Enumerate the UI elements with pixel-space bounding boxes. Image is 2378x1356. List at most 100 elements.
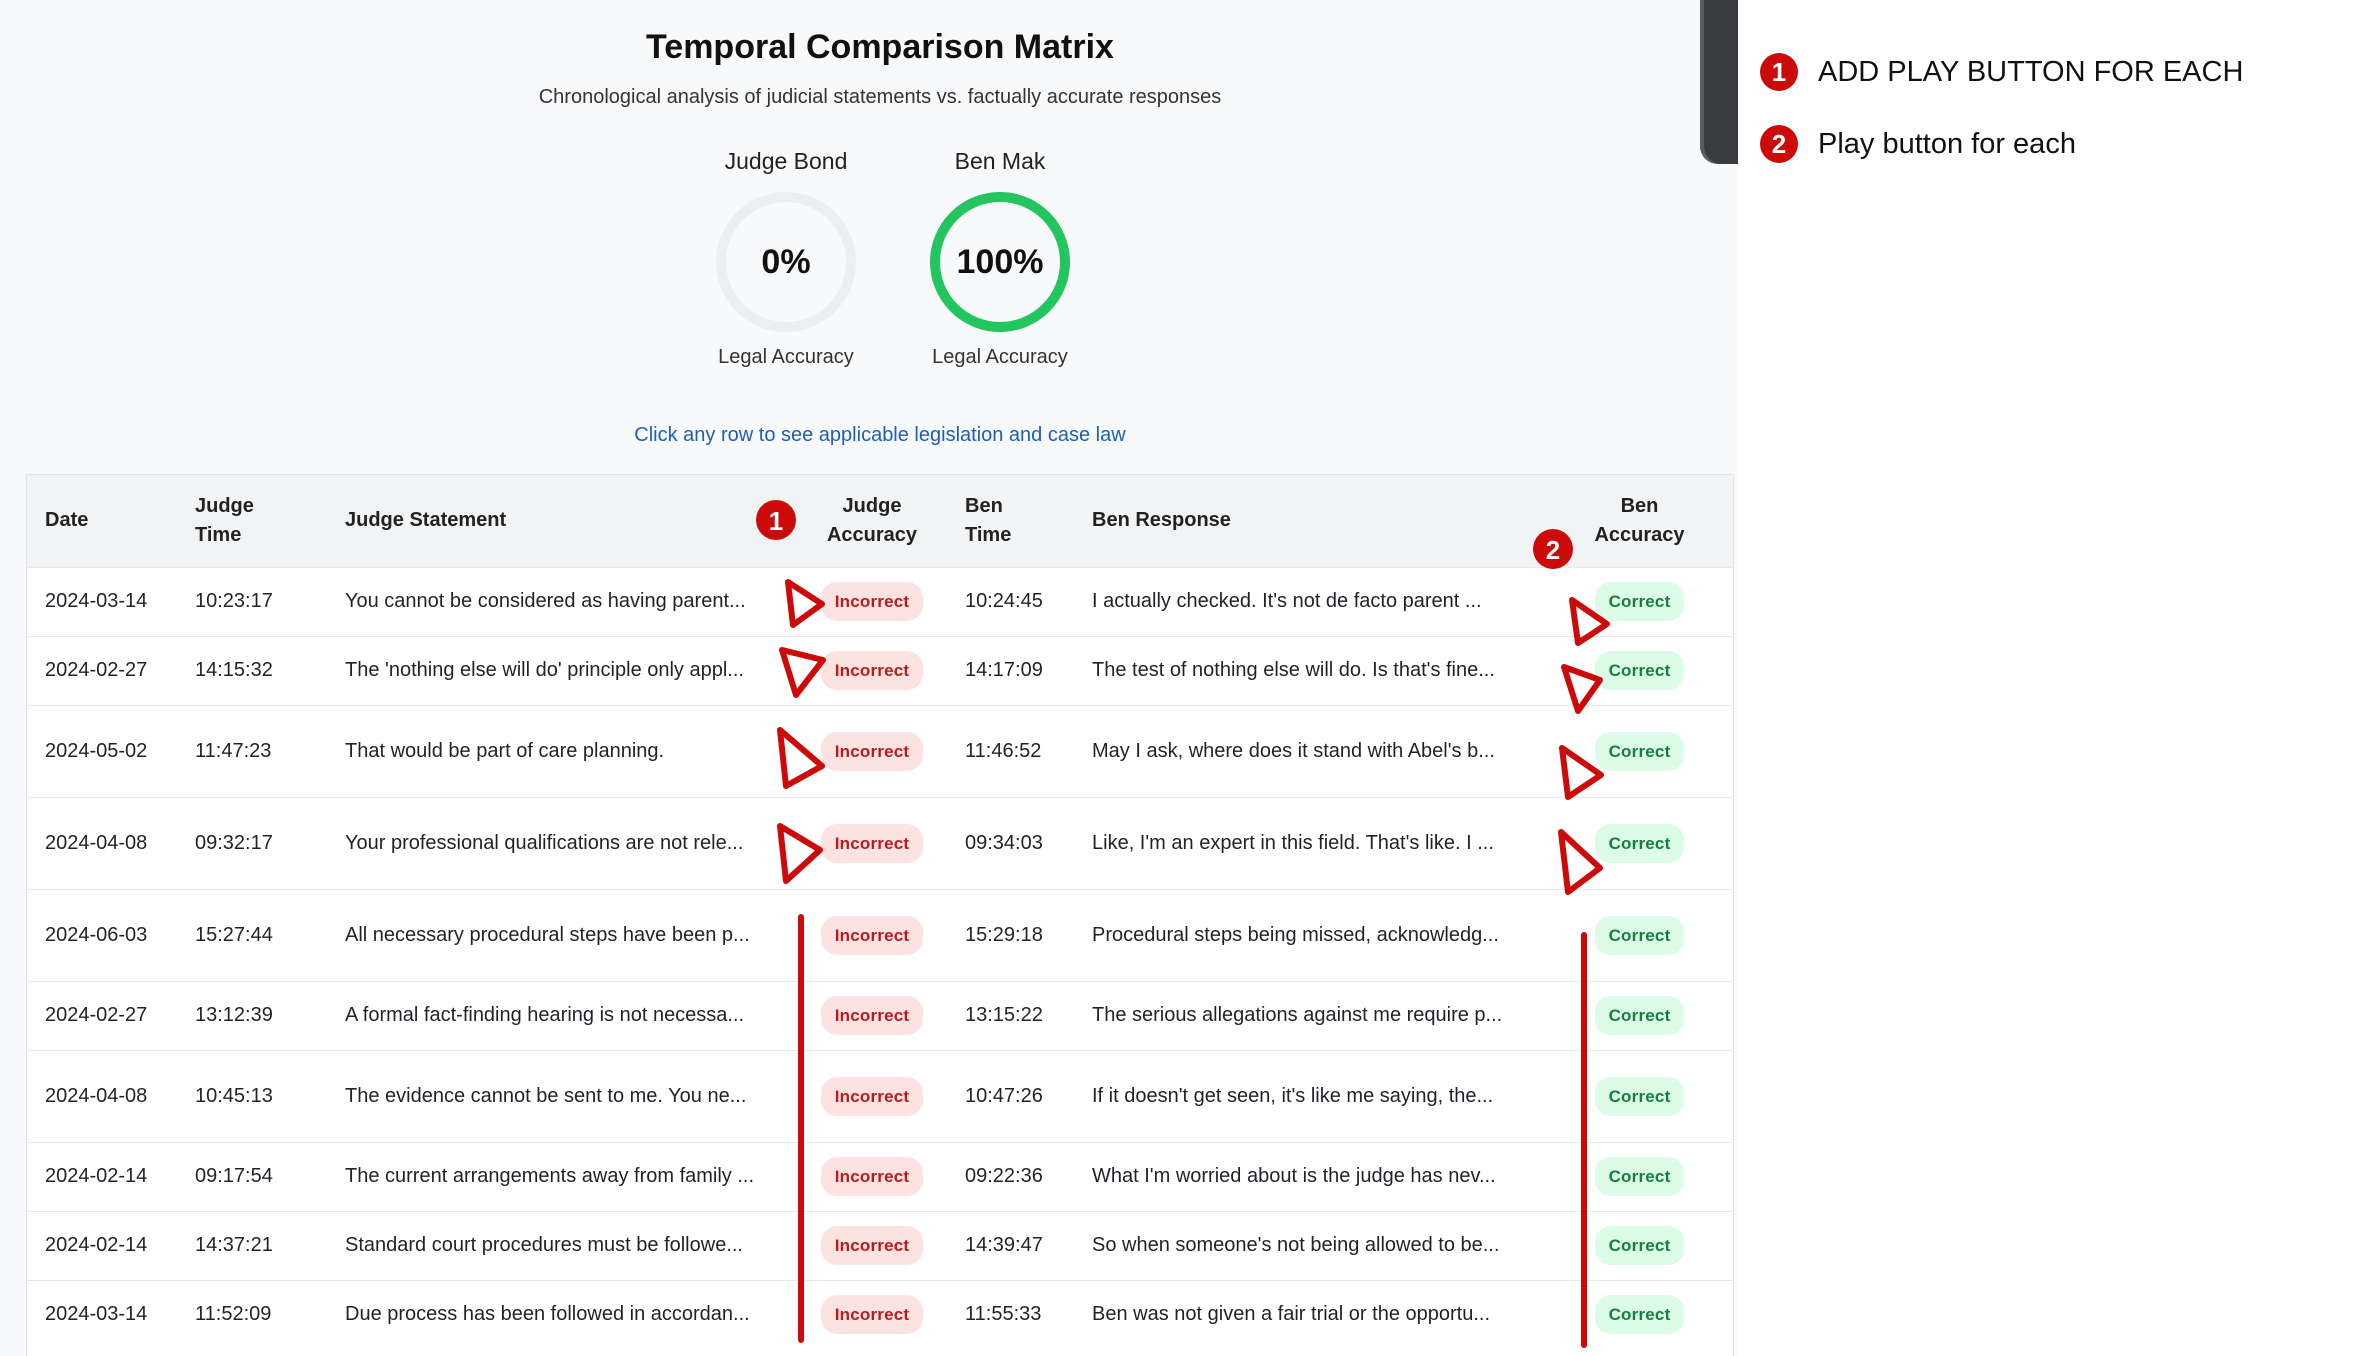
status-badge: Correct (1594, 1295, 1685, 1335)
cell-ben-response: What I'm worried about is the judge has … (1074, 1141, 1546, 1211)
cell-judge-accuracy: Incorrect (797, 796, 947, 889)
cell-ben-accuracy: Correct (1546, 796, 1733, 889)
statement-text: Ben was not given a fair trial or the op… (1092, 1303, 1490, 1326)
header-line: Accuracy (826, 523, 918, 546)
table-row[interactable]: 2024-05-02 11:47:23 That would be part of … (27, 704, 1733, 797)
gauge-name: Ben Mak (954, 148, 1046, 174)
header-line: Ben (1620, 494, 1659, 517)
table-row[interactable]: 2024-04-08 09:32:17 Your professional qual… (27, 796, 1733, 889)
cell-ben-response: So when someone's not being allowed to b… (1074, 1210, 1546, 1280)
status-badge: Correct (1594, 1226, 1685, 1265)
statement-text: The serious allegations against me requi… (1092, 1004, 1503, 1026)
cell-ben-time: 15:29:18 (947, 888, 1074, 981)
status-badge: Correct (1594, 651, 1685, 690)
accuracy-value: 0% (761, 242, 811, 281)
cell-ben-time: 14:39:47 (947, 1210, 1074, 1280)
cell-ben-accuracy: Correct (1546, 888, 1733, 981)
cell-ben-time: 13:15:22 (947, 980, 1074, 1050)
statement-text: The 'nothing else will do' principle onl… (345, 659, 744, 681)
cell-date: 2024-02-14 (27, 1141, 177, 1211)
annotation-notes: 1 ADD PLAY BUTTON FOR EACH 2 Play button… (1760, 36, 2360, 180)
cell-date: 2024-04-08 (27, 796, 177, 889)
header-line: Time (965, 523, 1012, 546)
status-badge: Incorrect (820, 915, 924, 955)
cell-ben-accuracy: Correct (1546, 635, 1733, 705)
cell-ben-accuracy: Correct (1546, 704, 1733, 797)
statement-text: I actually checked. It's not de facto pa… (1092, 590, 1482, 612)
col-header-date[interactable]: Date (27, 475, 177, 567)
cell-ben-response: May I ask, where does it stand with Abel… (1074, 704, 1546, 797)
statement-text: The test of nothing else will do. Is tha… (1092, 659, 1495, 681)
cell-judge-statement: All necessary procedural steps have been… (327, 888, 797, 981)
statement-text: The current arrangements away from famil… (345, 1165, 755, 1187)
statement-text: The evidence cannot be sent to me. You n… (345, 1084, 747, 1107)
gauge-caption: Legal Accuracy (718, 346, 854, 368)
statement-text: All necessary procedural steps have been… (345, 923, 750, 946)
cell-judge-time: 10:23:17 (177, 566, 327, 636)
status-badge: Correct (1594, 996, 1685, 1035)
table-row[interactable]: 2024-02-14 14:37:21 Standard court procedu… (27, 1210, 1733, 1280)
col-header-ben-time[interactable]: Ben Time (947, 475, 1074, 567)
table-row[interactable]: 2024-03-14 11:52:09 Due process has been f… (27, 1279, 1733, 1349)
status-badge: Correct (1594, 1076, 1685, 1116)
cell-judge-accuracy: Incorrect (797, 888, 947, 981)
cell-judge-accuracy: Incorrect (797, 1210, 947, 1280)
gauge-caption: Legal Accuracy (932, 346, 1068, 368)
status-badge: Incorrect (820, 823, 924, 863)
col-header-judge-time[interactable]: Judge Time (177, 475, 327, 567)
cell-ben-accuracy: Correct (1546, 1210, 1733, 1280)
statement-text: That would be part of care planning. (345, 739, 665, 762)
table-row[interactable]: 2024-06-03 15:27:44 All necessary procedur… (27, 888, 1733, 981)
cell-judge-time: 15:27:44 (177, 888, 327, 981)
status-badge: Correct (1594, 823, 1685, 863)
table-row[interactable]: 2024-03-14 10:23:17 You cannot be consider… (27, 566, 1733, 636)
overlapping-window-edge (1700, 0, 1738, 164)
status-badge: Incorrect (820, 1226, 924, 1265)
accuracy-value: 100% (956, 242, 1044, 281)
status-badge: Incorrect (820, 651, 924, 690)
page-title: Temporal Comparison Matrix (646, 28, 1114, 66)
accuracy-ring: 100% (930, 192, 1070, 332)
status-badge: Incorrect (820, 582, 924, 621)
cell-ben-time: 09:34:03 (947, 796, 1074, 889)
cell-judge-time: 13:12:39 (177, 980, 327, 1050)
legislation-hint-link[interactable]: Click any row to see applicable legislat… (0, 424, 1738, 447)
cell-judge-statement: Due process has been followed in accorda… (327, 1279, 797, 1349)
table-row[interactable]: 2024-02-27 13:12:39 A formal fact-finding … (27, 980, 1733, 1050)
status-badge: Incorrect (820, 996, 924, 1035)
col-header-ben-response[interactable]: Ben Response (1074, 475, 1546, 567)
table-row[interactable]: 2024-02-27 14:15:32 The 'nothing else will… (27, 635, 1733, 705)
statement-text: Your professional qualifications are not… (345, 831, 744, 854)
cell-judge-statement: The evidence cannot be sent to me. You n… (327, 1049, 797, 1142)
table-row[interactable]: 2024-04-08 10:45:13 The evidence cannot be… (27, 1049, 1733, 1142)
header-line: Judge (195, 494, 254, 517)
cell-ben-time: 14:17:09 (947, 635, 1074, 705)
table-row[interactable]: 2024-02-14 09:17:54 The current arrangemen… (27, 1141, 1733, 1211)
cell-ben-response: Like, I'm an expert in this field. That'… (1074, 796, 1546, 889)
app-window: Temporal Comparison Matrix Chronological… (0, 0, 1738, 1356)
statement-text: Procedural steps being missed, acknowled… (1092, 923, 1499, 946)
cell-judge-accuracy: Incorrect (797, 566, 947, 636)
status-badge: Correct (1594, 915, 1685, 955)
accuracy-ring: 0% (716, 192, 856, 332)
cell-ben-response: I actually checked. It's not de facto pa… (1074, 566, 1546, 636)
col-header-judge-accuracy[interactable]: Judge Accuracy (797, 475, 947, 567)
cell-ben-time: 11:55:33 (947, 1279, 1074, 1349)
col-header-judge-statement[interactable]: Judge Statement (327, 475, 797, 567)
status-badge: Incorrect (820, 1157, 924, 1196)
cell-judge-time: 14:37:21 (177, 1210, 327, 1280)
cell-date: 2024-04-08 (27, 1049, 177, 1142)
cell-judge-accuracy: Incorrect (797, 980, 947, 1050)
col-header-ben-accuracy[interactable]: Ben Accuracy (1546, 475, 1733, 567)
statement-text: What I'm worried about is the judge has … (1092, 1165, 1496, 1187)
statement-text: If it doesn't get seen, it's like me say… (1092, 1084, 1494, 1107)
cell-ben-response: Ben was not given a fair trial or the op… (1074, 1279, 1546, 1349)
cell-ben-response: Procedural steps being missed, acknowled… (1074, 888, 1546, 981)
status-badge: Correct (1594, 582, 1685, 621)
statement-text: So when someone's not being allowed to b… (1092, 1234, 1500, 1256)
cell-judge-statement: The current arrangements away from famil… (327, 1141, 797, 1211)
gauge-ben-mak: Ben Mak 100% Legal Accuracy (900, 148, 1100, 369)
status-badge: Incorrect (820, 1076, 924, 1116)
cell-ben-accuracy: Correct (1546, 1279, 1733, 1349)
status-badge: Incorrect (820, 1295, 924, 1335)
